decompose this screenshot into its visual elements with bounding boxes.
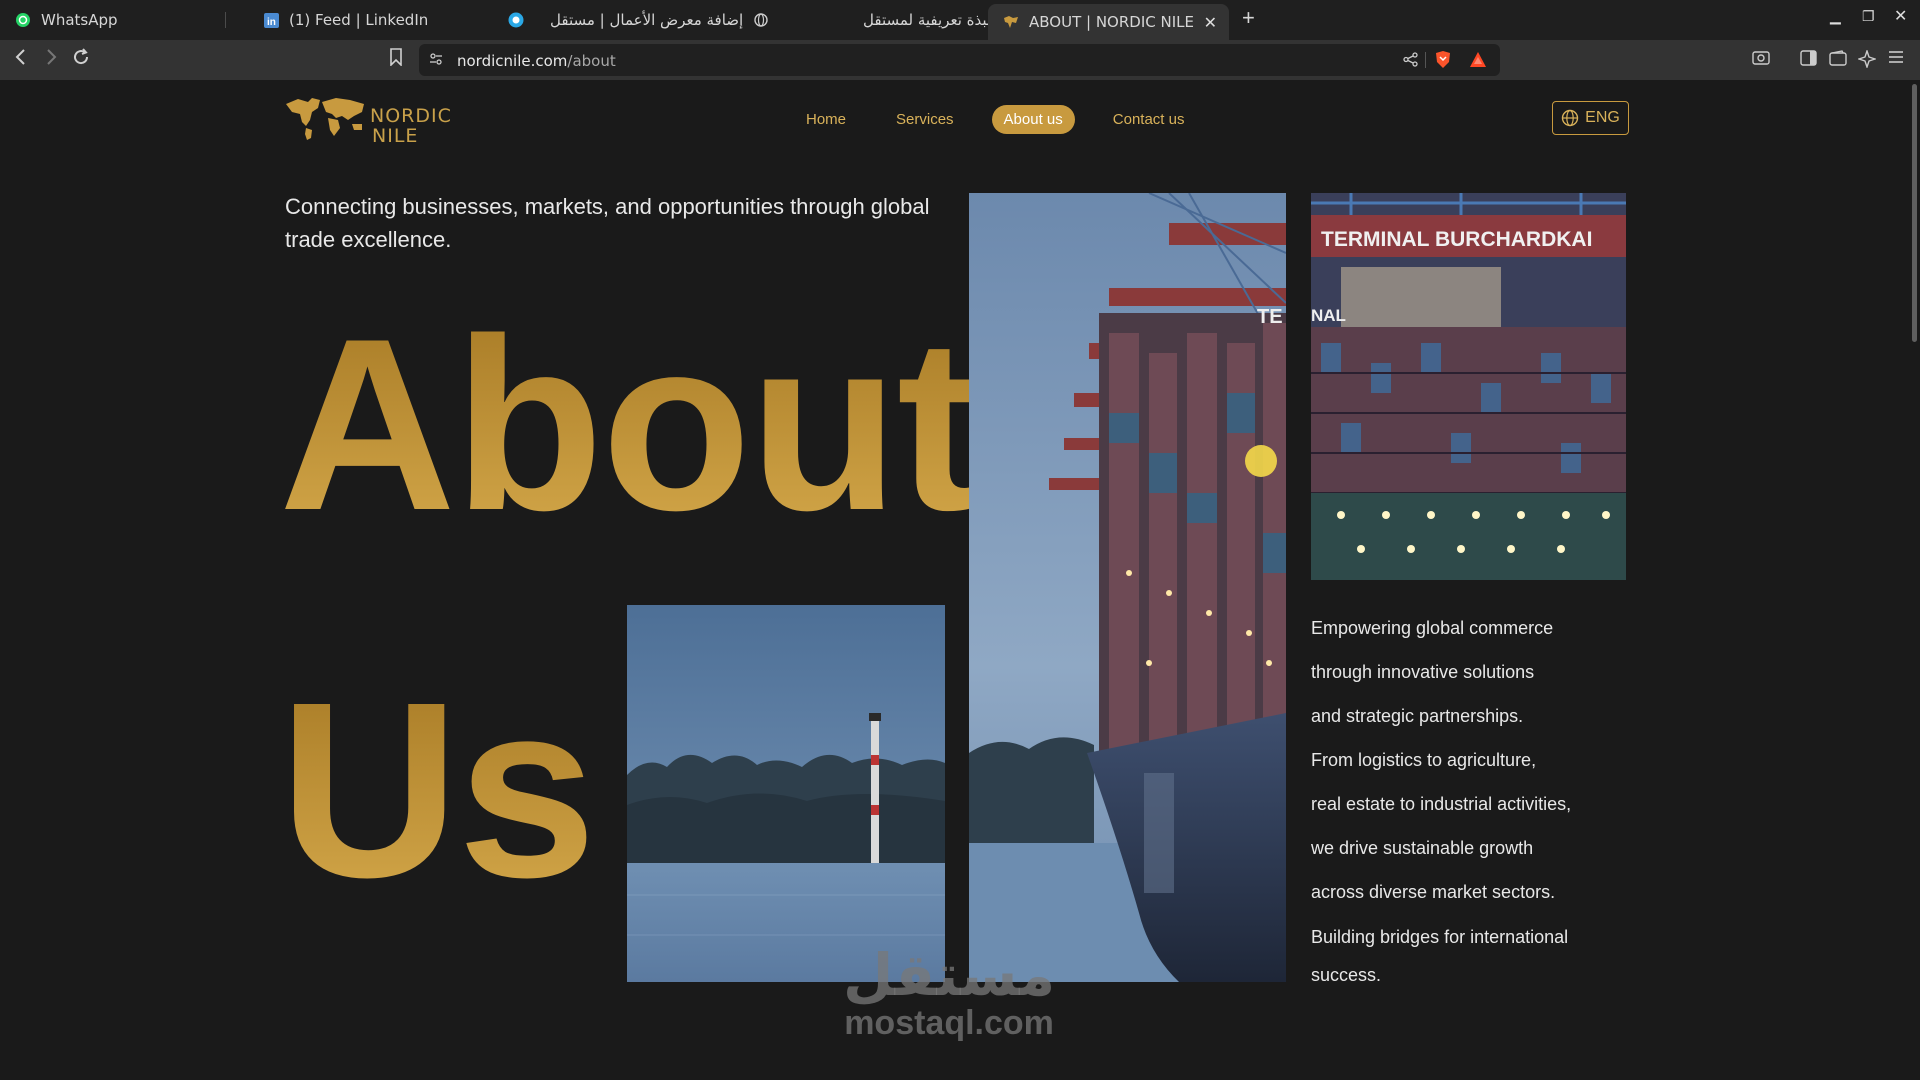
description-line: Building bridges for international [1311,927,1569,947]
tab-label: إضافة معرض الأعمال | مستقل [550,11,744,29]
description-line: success. [1311,965,1382,985]
nav-about-us[interactable]: About us [991,104,1075,134]
description-line: through innovative solutions [1311,662,1535,682]
page-content: NORDIC NILE Home Services About us Conta… [0,80,1920,1080]
brave-shield-icon[interactable] [1435,50,1451,74]
bookmark-icon[interactable] [389,48,403,72]
hero-title-us: Us [279,650,597,929]
tab-whatsapp[interactable]: WhatsApp [14,4,226,36]
watermark-arabic: مستقل [843,941,1056,1009]
tab-linkedin[interactable]: in (1) Feed | LinkedIn [262,4,428,36]
description-line: From logistics to agriculture, [1311,750,1537,770]
mostaql-icon [507,11,525,29]
tab-mostaql-portfolio[interactable]: إضافة معرض الأعمال | مستقل [507,4,743,36]
browser-tab-bar: WhatsApp in (1) Feed | LinkedIn إضافة مع… [0,0,1920,40]
screenshot-icon[interactable] [1752,50,1770,71]
description-line: we drive sustainable growth [1311,838,1534,858]
address-bar[interactable]: nordicnile.com/about [419,44,1500,76]
container-ship-image: TE [969,193,1286,982]
terminal-burchardkai-image: TERMINAL BURCHARDKAI NAL [1311,193,1626,580]
wallet-icon[interactable] [1829,50,1847,71]
nav-home[interactable]: Home [794,105,858,134]
tab-label: ABOUT | NORDIC NILE [1029,13,1194,31]
svg-text:NAL: NAL [1311,306,1346,325]
minimize-icon[interactable]: ▁ [1830,8,1841,25]
terminal-sign: TERMINAL BURCHARDKAI [1321,228,1592,251]
menu-icon[interactable] [1888,50,1904,69]
tab-label: WhatsApp [41,11,118,29]
language-label: ENG [1585,109,1620,126]
nav-contact-us[interactable]: Contact us [1101,105,1197,134]
back-icon[interactable] [14,48,28,72]
browser-toolbar: nordicnile.com/about [0,40,1920,80]
site-logo[interactable]: NORDIC NILE [284,94,454,147]
hero-tagline: Connecting businesses, markets, and oppo… [285,194,930,252]
share-icon[interactable] [1403,52,1418,72]
forward-icon[interactable] [44,48,58,72]
leo-ai-icon[interactable] [1856,48,1878,73]
description-line: real estate to industrial activities, [1311,794,1572,814]
restore-icon[interactable]: ❐ [1862,8,1875,25]
reload-icon[interactable] [72,48,90,72]
watermark-latin: mostaql.com [844,1004,1054,1042]
linkedin-icon: in [262,11,280,29]
language-switcher[interactable]: ENG [1552,101,1629,135]
description-line: across diverse market sectors. [1311,882,1556,902]
page-scrollbar[interactable] [1912,84,1917,342]
mostaql-watermark: مستقل mostaql.com [843,941,1056,1043]
logo-wordmark: NORDIC NILE [370,105,452,147]
close-window-icon[interactable]: ✕ [1894,6,1907,26]
svg-text:in: in [267,17,276,28]
site-settings-icon[interactable] [429,52,443,71]
main-nav: Home Services About us Contact us [794,104,1222,134]
url-text: nordicnile.com/about [457,52,616,70]
tab-nordic-nile[interactable]: ABOUT | NORDIC NILE ✕ [988,4,1229,40]
description-line: and strategic partnerships. [1311,706,1524,726]
nav-services[interactable]: Services [884,105,966,134]
tab-mostaql-bio[interactable]: نبذة تعريفية لمستقل [752,4,991,36]
about-description: Empowering global commerce through innov… [1311,606,1631,994]
river-lighthouse-image [627,605,945,982]
whatsapp-icon [14,11,32,29]
globe-icon [1561,109,1579,127]
hero-title-about: About [279,287,978,561]
tab-label: نبذة تعريفية لمستقل [863,11,992,29]
brave-rewards-icon[interactable] [1469,51,1487,73]
svg-text:TE: TE [1257,306,1283,328]
nordic-nile-icon [1002,13,1020,31]
globe-icon [752,11,770,29]
tab-label: (1) Feed | LinkedIn [289,11,429,29]
world-map-logo-icon [286,98,364,140]
new-tab-button[interactable]: + [1242,5,1255,31]
sidebar-icon[interactable] [1800,50,1817,71]
description-line: Empowering global commerce [1311,618,1554,638]
close-tab-icon[interactable]: ✕ [1204,13,1217,32]
